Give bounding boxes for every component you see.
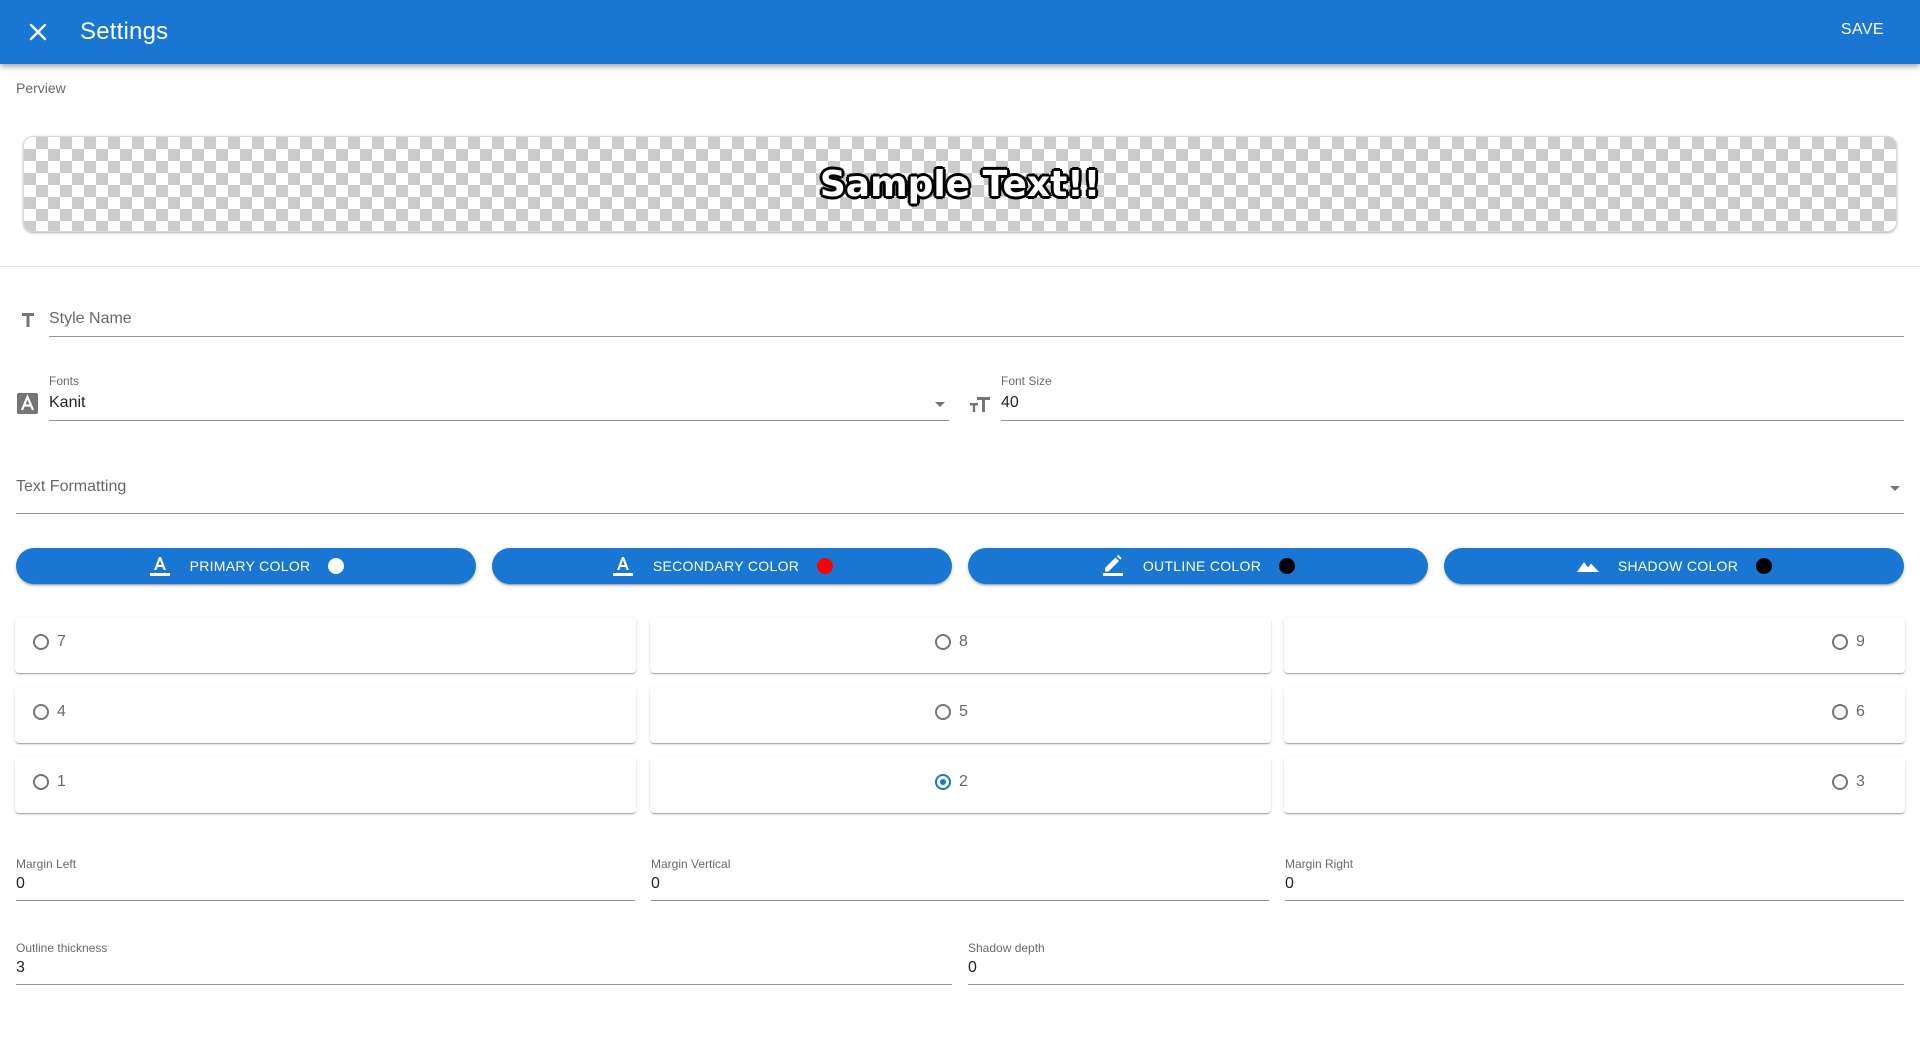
alignment-label: 4 bbox=[57, 703, 66, 720]
outline-thickness-label: Outline thickness bbox=[16, 941, 108, 955]
close-button[interactable] bbox=[20, 14, 56, 50]
alignment-option-9[interactable]: 9 bbox=[1284, 617, 1905, 673]
shadow-depth-label: Shadow depth bbox=[968, 941, 1045, 955]
shadow-color-label: SHADOW COLOR bbox=[1617, 558, 1739, 574]
margin-left-field[interactable]: Margin Left 0 bbox=[16, 857, 635, 901]
alignment-label: 5 bbox=[959, 703, 968, 720]
format-size-icon bbox=[970, 397, 990, 412]
margin-left-label: Margin Left bbox=[16, 857, 77, 871]
radio-6[interactable] bbox=[1832, 704, 1848, 720]
style-name-field[interactable]: Style Name bbox=[49, 300, 1904, 337]
margin-right-value: 0 bbox=[1285, 875, 1294, 892]
alignment-option-7[interactable]: 7 bbox=[15, 617, 636, 673]
alignment-option-5[interactable]: 5 bbox=[650, 687, 1271, 743]
alignment-label: 6 bbox=[1856, 703, 1865, 720]
font-size-label: Font Size bbox=[1001, 374, 1052, 388]
format-color-text-icon bbox=[149, 557, 170, 576]
terrain-icon bbox=[1576, 562, 1599, 572]
secondary-color-label: SECONDARY COLOR bbox=[652, 558, 800, 574]
divider bbox=[0, 266, 1920, 267]
outline-thickness-value: 3 bbox=[16, 959, 25, 976]
close-icon bbox=[29, 23, 47, 41]
alignment-option-3[interactable]: 3 bbox=[1284, 757, 1905, 813]
secondary-color-swatch bbox=[817, 558, 834, 574]
radio-4[interactable] bbox=[33, 704, 49, 720]
font-size-field[interactable]: Font Size 40 bbox=[1001, 374, 1904, 421]
alignment-label: 2 bbox=[959, 773, 968, 790]
alignment-label: 3 bbox=[1856, 773, 1865, 790]
radio-8[interactable] bbox=[935, 634, 951, 650]
shadow-depth-field[interactable]: Shadow depth 0 bbox=[968, 941, 1904, 985]
radio-1[interactable] bbox=[33, 774, 49, 790]
style-name-placeholder: Style Name bbox=[49, 310, 132, 327]
primary-color-swatch bbox=[328, 558, 345, 574]
outline-thickness-field[interactable]: Outline thickness 3 bbox=[16, 941, 952, 985]
margin-left-value: 0 bbox=[16, 875, 25, 892]
radio-3[interactable] bbox=[1832, 774, 1848, 790]
app-bar: Settings SAVE bbox=[0, 0, 1920, 64]
primary-color-label: PRIMARY COLOR bbox=[189, 558, 311, 574]
shadow-color-swatch bbox=[1756, 558, 1773, 574]
margin-vertical-value: 0 bbox=[651, 875, 660, 892]
pencil-icon bbox=[1102, 554, 1123, 576]
margin-vertical-field[interactable]: Margin Vertical 0 bbox=[651, 857, 1269, 901]
alignment-label: 1 bbox=[57, 773, 66, 790]
format-color-text-icon bbox=[612, 557, 633, 576]
preview-box: Sample Text!! bbox=[23, 136, 1897, 232]
alignment-option-6[interactable]: 6 bbox=[1284, 687, 1905, 743]
font-icon bbox=[17, 393, 38, 414]
margin-right-field[interactable]: Margin Right 0 bbox=[1285, 857, 1904, 901]
outline-color-label: OUTLINE COLOR bbox=[1142, 558, 1262, 574]
page-title: Settings bbox=[80, 18, 169, 45]
radio-2[interactable] bbox=[935, 774, 951, 790]
alignment-option-1[interactable]: 1 bbox=[15, 757, 636, 813]
secondary-color-button[interactable]: SECONDARY COLOR bbox=[492, 548, 952, 584]
alignment-option-2[interactable]: 2 bbox=[650, 757, 1271, 813]
font-size-value: 40 bbox=[1001, 394, 1019, 411]
text-formatting-placeholder: Text Formatting bbox=[16, 478, 127, 495]
chevron-down-icon bbox=[1890, 486, 1900, 491]
alignment-label: 7 bbox=[57, 633, 66, 650]
radio-7[interactable] bbox=[33, 634, 49, 650]
text-formatting-select[interactable]: Text Formatting bbox=[16, 470, 1904, 514]
alignment-option-4[interactable]: 4 bbox=[15, 687, 636, 743]
save-button[interactable]: SAVE bbox=[1841, 21, 1884, 39]
fonts-select[interactable]: Fonts Kanit bbox=[49, 374, 949, 421]
text-icon bbox=[22, 313, 34, 327]
alignment-label: 9 bbox=[1856, 633, 1865, 650]
sample-text: Sample Text!! bbox=[819, 163, 1101, 205]
fonts-label: Fonts bbox=[49, 374, 80, 388]
margin-vertical-label: Margin Vertical bbox=[651, 857, 731, 871]
alignment-option-8[interactable]: 8 bbox=[650, 617, 1271, 673]
alignment-label: 8 bbox=[959, 633, 968, 650]
outline-color-swatch bbox=[1279, 558, 1296, 574]
radio-9[interactable] bbox=[1832, 634, 1848, 650]
primary-color-button[interactable]: PRIMARY COLOR bbox=[16, 548, 476, 584]
radio-5[interactable] bbox=[935, 704, 951, 720]
margin-right-label: Margin Right bbox=[1285, 857, 1354, 871]
shadow-color-button[interactable]: SHADOW COLOR bbox=[1444, 548, 1904, 584]
chevron-down-icon bbox=[935, 402, 945, 407]
outline-color-button[interactable]: OUTLINE COLOR bbox=[968, 548, 1428, 584]
preview-label: Perview bbox=[16, 80, 66, 96]
shadow-depth-value: 0 bbox=[968, 959, 977, 976]
fonts-value: Kanit bbox=[49, 394, 86, 411]
